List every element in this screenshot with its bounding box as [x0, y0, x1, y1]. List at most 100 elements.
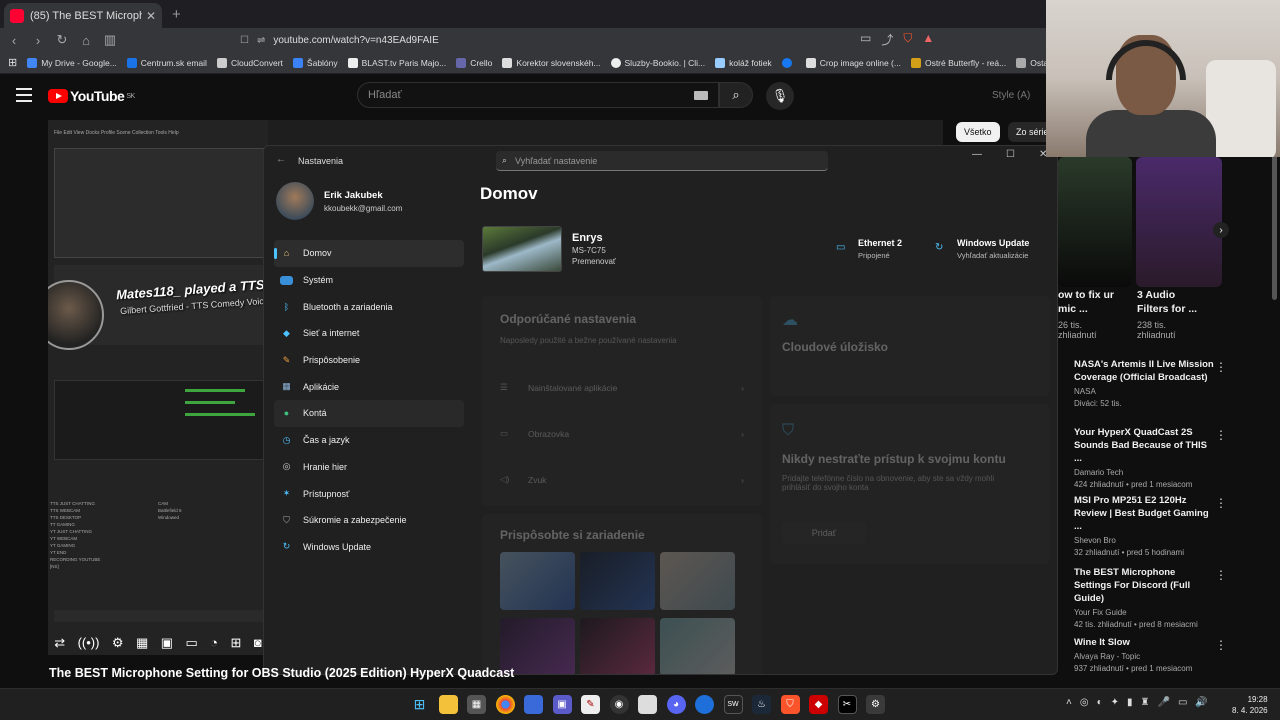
ethernet-status[interactable]: ▭ Ethernet 2 Pripojené — [836, 238, 902, 260]
bookmark-item[interactable]: My Drive - Google... — [27, 57, 117, 68]
miniplayer-icon[interactable]: ▣ — [161, 635, 173, 651]
back-arrow-icon[interactable]: ← — [276, 154, 286, 165]
file-explorer-icon[interactable] — [438, 695, 458, 714]
tray-app-icon[interactable]: ♜ — [1141, 697, 1150, 708]
bookmark-item[interactable]: Šablóny — [292, 57, 338, 68]
nav-item-network[interactable]: ◆ Sieť a internet — [274, 320, 464, 347]
short-title[interactable]: ow to fix ur mic ... — [1058, 288, 1118, 316]
bookmark-item[interactable]: Ostré Butterfly - reá... — [910, 57, 1006, 68]
short-thumbnail[interactable] — [1058, 157, 1132, 287]
taskbar-clock[interactable]: 19:28 8. 4. 2026 — [1232, 694, 1268, 716]
volume-icon[interactable]: 🔊 — [1195, 697, 1207, 708]
add-icon[interactable]: ⊞ — [230, 635, 241, 651]
brave-shield-icon[interactable]: ⛉ — [903, 31, 912, 48]
save-icon[interactable]: ▣ — [552, 695, 572, 714]
tray-app-icon[interactable]: ▮ — [1127, 697, 1133, 708]
row-sound[interactable]: ◁) Zvuk › — [500, 474, 744, 485]
chrome-icon[interactable] — [495, 695, 515, 714]
theme-thumbnail[interactable] — [580, 618, 655, 674]
obs-icon[interactable]: ◉ — [609, 695, 629, 714]
tray-app-icon[interactable]: ◎ — [1080, 697, 1089, 708]
row-installed-apps[interactable]: ☰ Nainštalované aplikácie › — [500, 382, 744, 393]
bookmark-item[interactable]: koláž fotiek — [715, 57, 772, 68]
brave-icon[interactable]: ⛉ — [780, 695, 800, 714]
nav-item-privacy[interactable]: ⛉ Súkromie a zabezpečenie — [274, 507, 464, 534]
video-item[interactable]: The BEST Microphone Settings For Discord… — [1074, 566, 1214, 629]
loop-icon[interactable]: ⇄ — [54, 635, 65, 651]
keyboard-icon[interactable] — [694, 91, 708, 100]
nav-item-personalization[interactable]: ✎ Prispôsobenie — [274, 347, 464, 374]
windows-start-icon[interactable]: ⊞ — [410, 695, 429, 714]
theme-thumbnail[interactable] — [660, 618, 735, 674]
camera-icon[interactable]: ◙ — [254, 635, 262, 650]
network-icon[interactable]: ▭ — [1178, 697, 1187, 708]
nav-item-gaming[interactable]: ◎ Hranie hier — [274, 454, 464, 481]
discord-icon[interactable]: ◕ — [666, 695, 686, 714]
chip-all[interactable]: Všetko — [956, 122, 1000, 142]
audio-icon[interactable]: ((•)) — [78, 635, 100, 650]
close-tab-icon[interactable]: ✕ — [146, 9, 156, 23]
tray-app-icon[interactable]: ✦ — [1111, 697, 1119, 708]
more-icon[interactable]: ⋮ — [1215, 638, 1227, 652]
row-display[interactable]: ▭ Obrazovka › — [500, 428, 744, 439]
bookmark-item[interactable]: Crello — [456, 57, 492, 68]
theme-thumbnail[interactable] — [580, 552, 655, 610]
back-icon[interactable]: ‹ — [4, 33, 24, 48]
document-icon[interactable] — [638, 695, 657, 714]
chevron-right-icon[interactable]: › — [1213, 222, 1229, 238]
share-icon[interactable]: ⤴ — [881, 31, 893, 48]
steam-icon[interactable]: ♨ — [752, 695, 771, 714]
nav-item-accounts[interactable]: ● Kontá — [274, 400, 464, 427]
video-item[interactable]: MSI Pro MP251 E2 120Hz Review | Best Bud… — [1074, 494, 1214, 557]
user-profile[interactable]: Erik Jakubek kkoubekk@gmail.com — [276, 182, 402, 220]
windows-update-status[interactable]: ↻ Windows Update Vyhľadať aktualizácie — [935, 238, 1029, 260]
home-icon[interactable]: ⌂ — [76, 33, 96, 48]
capcut-icon[interactable]: ✂ — [837, 695, 857, 714]
reload-icon[interactable]: ↻ — [52, 32, 72, 48]
more-icon[interactable]: ⋮ — [1215, 496, 1227, 510]
bookmark-item[interactable]: Centrum.sk email — [126, 57, 207, 68]
theater-icon[interactable]: ▭ — [185, 635, 197, 651]
brave-rewards-icon[interactable]: ▲ — [922, 31, 934, 48]
nav-item-system[interactable]: Systém — [274, 267, 464, 294]
paint-icon[interactable]: ✎ — [581, 695, 600, 714]
add-phone-button[interactable]: Pridať — [782, 522, 866, 544]
cast-icon[interactable]: ▭ — [860, 31, 871, 48]
theme-thumbnail[interactable] — [500, 552, 575, 610]
apps-icon[interactable]: ⊞ — [8, 56, 17, 69]
nav-item-accessibility[interactable]: ✶ Prístupnosť — [274, 480, 464, 507]
calculator-icon[interactable]: ▦ — [467, 695, 486, 714]
more-icon[interactable]: ⋮ — [1215, 360, 1227, 374]
nav-item-bluetooth[interactable]: ᛒ Bluetooth a zariadenia — [274, 293, 464, 320]
settings-gear-icon[interactable]: ⚙ — [866, 695, 885, 714]
shield-app-icon[interactable] — [695, 695, 714, 714]
msi-icon[interactable]: ◆ — [809, 695, 828, 714]
terminal-icon[interactable]: SW — [723, 695, 743, 714]
nav-item-home[interactable]: ⌂ Domov — [274, 240, 464, 267]
address-bar[interactable]: ☐ ⇌ youtube.com/watch?v=n43EAd9FAIE — [240, 32, 960, 49]
theme-thumbnail[interactable] — [660, 552, 735, 610]
tray-app-icon[interactable]: ◐ — [1097, 697, 1103, 708]
voice-search-button[interactable]: 🎙 — [766, 82, 794, 110]
bookmark-item[interactable]: BLAST.tv Paris Majo... — [347, 57, 446, 68]
facebook-bookmark-icon[interactable] — [781, 57, 796, 68]
nav-item-apps[interactable]: ▦ Aplikácie — [274, 373, 464, 400]
rename-link[interactable]: Premenovať — [572, 257, 616, 266]
settings-icon[interactable]: ⚙ — [112, 635, 124, 651]
browser-tab[interactable]: (85) The BEST Microphone Settin ✕ — [4, 3, 162, 28]
search-button[interactable]: ⌕ — [719, 82, 753, 108]
chevron-up-icon[interactable]: ˄ — [1066, 697, 1072, 708]
menu-icon[interactable] — [16, 88, 32, 102]
microphone-tray-icon[interactable]: 🎤 — [1158, 697, 1170, 708]
bookmark-star-icon[interactable]: ☐ — [240, 35, 249, 46]
sidebar-icon[interactable]: ▥ — [100, 32, 120, 48]
bookmark-item[interactable]: CloudConvert — [216, 57, 283, 68]
more-icon[interactable]: ⋮ — [1215, 568, 1227, 582]
site-info-icon[interactable]: ⇌ — [257, 35, 265, 46]
speed-icon[interactable]: ◔ — [210, 635, 218, 650]
more-icon[interactable]: ⋮ — [1215, 428, 1227, 442]
short-thumbnail[interactable] — [1136, 157, 1222, 287]
short-title[interactable]: 3 Audio Filters for ... — [1137, 288, 1209, 316]
clip-icon[interactable]: ▦ — [136, 635, 148, 651]
search-input[interactable]: Hľadať — [357, 82, 719, 108]
